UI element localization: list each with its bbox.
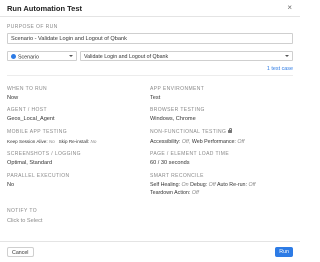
test-case-link[interactable]: 1 test case <box>267 66 293 72</box>
chevron-down-icon <box>69 55 73 57</box>
screenshots-logging-value[interactable]: Optimal, Standard <box>7 160 52 166</box>
debug-value: Off <box>208 182 216 188</box>
notify-to-label: NOTIFY TO <box>7 208 37 214</box>
auto-rerun-value: Off <box>248 182 256 188</box>
run-automation-dialog: Run Automation Test × PURPOSE OF RUN Sce… <box>0 0 300 262</box>
skip-reinstall-value: No <box>90 139 97 144</box>
smart-reconcile-label: SMART RECONCILE <box>150 173 204 179</box>
mobile-app-testing-value[interactable]: Keep Session Alive: No Skip Re-install: … <box>7 139 96 144</box>
dialog-title: Run Automation Test <box>7 4 82 13</box>
smart-reconcile-value-row1[interactable]: Self Healing: On Debug: Off Auto Re-run:… <box>150 182 256 188</box>
keep-session-label: Keep Session Alive: <box>7 139 48 144</box>
type-select-value: Scenario <box>18 54 39 60</box>
teardown-value: Off <box>191 190 199 196</box>
header-divider <box>0 16 300 17</box>
app-environment-label: APP ENVIRONMENT <box>150 86 205 92</box>
browser-testing-value[interactable]: Windows, Chrome <box>150 116 196 122</box>
mobile-app-testing-label: MOBILE APP TESTING <box>7 129 68 135</box>
section-divider <box>7 75 293 76</box>
smart-reconcile-value-row2[interactable]: Teardown Action: Off <box>150 190 199 196</box>
teardown-label: Teardown Action: <box>150 190 191 196</box>
parallel-execution-value[interactable]: No <box>7 182 14 188</box>
load-time-label: PAGE / ELEMENT LOAD TIME <box>150 151 230 157</box>
web-performance-label: Web Performance: <box>191 139 236 145</box>
agent-host-label: AGENT / HOST <box>7 107 47 113</box>
non-functional-testing-value[interactable]: Accessibility: Off, Web Performance: Off <box>150 139 244 145</box>
accessibility-value: Off, <box>181 139 191 145</box>
non-functional-testing-text: NON-FUNCTIONAL TESTING <box>150 129 227 135</box>
scenario-select[interactable]: Validate Login and Logout of Qbank <box>80 51 293 61</box>
debug-label: Debug: <box>190 182 208 188</box>
cancel-button[interactable]: Cancel <box>7 247 34 257</box>
browser-testing-label: BROWSER TESTING <box>150 107 205 113</box>
app-environment-value[interactable]: Test <box>150 95 160 101</box>
purpose-input[interactable]: Scenario - Validate Login and Logout of … <box>7 33 293 44</box>
type-select[interactable]: Scenario <box>7 51 77 61</box>
accessibility-label: Accessibility: <box>150 139 181 145</box>
parallel-execution-label: PARALLEL EXECUTION <box>7 173 70 179</box>
self-healing-value: On <box>181 182 189 188</box>
close-icon[interactable]: × <box>287 3 292 12</box>
agent-host-value[interactable]: Geos_Local_Agent <box>7 116 55 122</box>
skip-reinstall-label: Skip Re-install: <box>58 139 90 144</box>
lock-icon <box>228 128 233 133</box>
scenario-icon <box>11 53 16 59</box>
auto-rerun-label: Auto Re-run: <box>216 182 247 188</box>
when-to-run-label: WHEN TO RUN <box>7 86 48 92</box>
purpose-label: PURPOSE OF RUN <box>7 24 58 30</box>
non-functional-testing-label: NON-FUNCTIONAL TESTING <box>150 128 233 135</box>
when-to-run-value[interactable]: Now <box>7 95 18 101</box>
run-button[interactable]: Run <box>275 247 293 257</box>
scenario-select-value: Validate Login and Logout of Qbank <box>84 53 169 60</box>
keep-session-value: No <box>48 139 55 144</box>
footer-divider <box>0 241 300 242</box>
self-healing-label: Self Healing: <box>150 182 181 188</box>
notify-to-value[interactable]: Click to Select <box>7 218 42 224</box>
screenshots-logging-label: SCREENSHOTS / LOGGING <box>7 151 81 157</box>
chevron-down-icon <box>285 55 289 57</box>
load-time-value[interactable]: 60 / 30 seconds <box>150 160 190 166</box>
web-performance-value: Off <box>237 139 245 145</box>
